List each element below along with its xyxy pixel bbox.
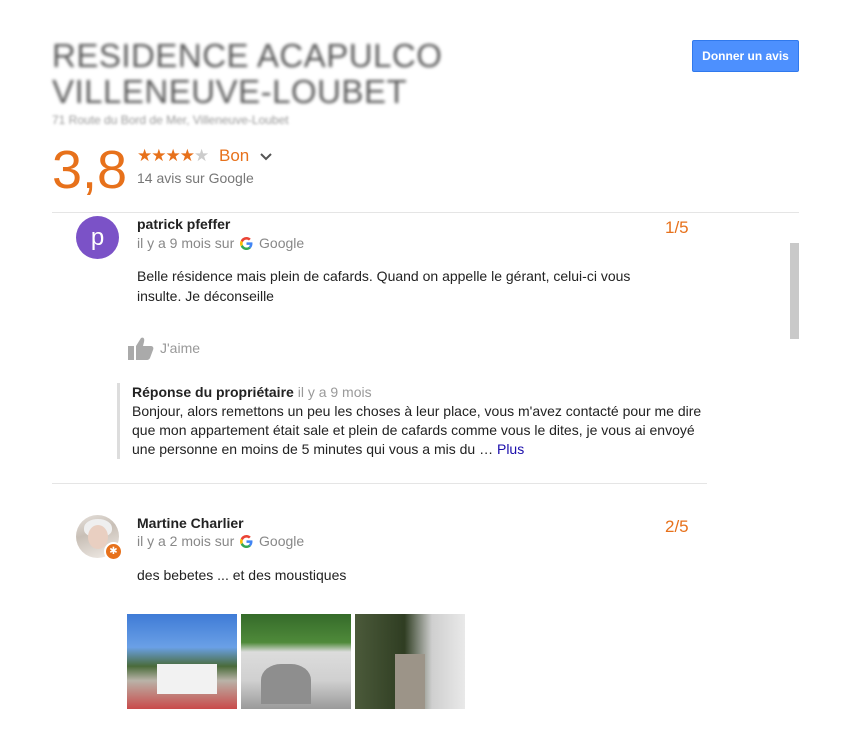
owner-reply-heading: Réponse du propriétaire <box>132 384 294 400</box>
star-icon: ★ <box>165 146 181 165</box>
place-address: 71 Route du Bord de Mer, Villeneuve-Loub… <box>52 113 289 127</box>
thumbs-up-icon <box>128 337 154 360</box>
google-icon <box>240 535 253 548</box>
like-label: J'aime <box>160 340 201 356</box>
chevron-down-icon[interactable] <box>258 149 274 165</box>
google-icon <box>240 237 253 250</box>
review-source: Google <box>259 235 305 251</box>
local-guide-badge-icon: ✱ <box>104 542 123 561</box>
owner-reply-text: Bonjour, alors remettons un peu les chos… <box>132 403 702 457</box>
rating-stars: ★★★★★ <box>137 146 209 166</box>
review-text: des bebetes ... et des moustiques <box>137 567 347 583</box>
place-title: RESIDENCE ACAPULCO VILLENEUVE-LOUBET <box>52 38 472 110</box>
more-link[interactable]: Plus <box>497 441 524 457</box>
review-meta: il y a 9 mois sur Google <box>137 235 304 251</box>
review-time: il y a 9 mois sur <box>137 235 235 251</box>
review-photo[interactable] <box>355 614 465 709</box>
star-icon: ★ <box>137 146 152 165</box>
write-review-button[interactable]: Donner un avis <box>692 40 799 72</box>
owner-reply-time: il y a 9 mois <box>297 384 372 400</box>
review-meta: il y a 2 mois sur Google <box>137 533 304 549</box>
scrollbar-thumb[interactable] <box>790 243 799 339</box>
review-score: 1/5 <box>665 218 689 237</box>
like-button[interactable]: J'aime <box>128 336 200 360</box>
review-text: Belle résidence mais plein de cafards. Q… <box>137 268 631 304</box>
avatar[interactable]: ✱ <box>76 515 123 561</box>
place-title-line1: RESIDENCE ACAPULCO <box>52 37 443 74</box>
place-title-line2: VILLENEUVE-LOUBET <box>52 73 408 110</box>
owner-reply: Réponse du propriétaire il y a 9 mois Bo… <box>117 383 702 459</box>
star-icon: ★ <box>179 146 195 165</box>
review-author[interactable]: patrick pfeffer <box>137 216 230 232</box>
review-photo[interactable] <box>127 614 237 709</box>
rating-word: Bon <box>219 146 250 165</box>
review-count: 14 avis sur Google <box>137 170 254 186</box>
rating-score: 3,8 <box>52 140 128 200</box>
avatar[interactable]: p <box>76 216 119 259</box>
review-photo[interactable] <box>241 614 351 709</box>
review-time: il y a 2 mois sur <box>137 533 235 549</box>
divider <box>52 212 799 213</box>
review-score: 2/5 <box>665 517 689 536</box>
review-author[interactable]: Martine Charlier <box>137 515 244 531</box>
star-icon: ★ <box>151 146 166 165</box>
star-empty-icon: ★ <box>194 146 209 165</box>
owner-reply-body: Bonjour, alors remettons un peu les chos… <box>132 402 702 459</box>
review-photos <box>127 614 465 709</box>
divider <box>52 483 707 484</box>
review-source: Google <box>259 533 305 549</box>
